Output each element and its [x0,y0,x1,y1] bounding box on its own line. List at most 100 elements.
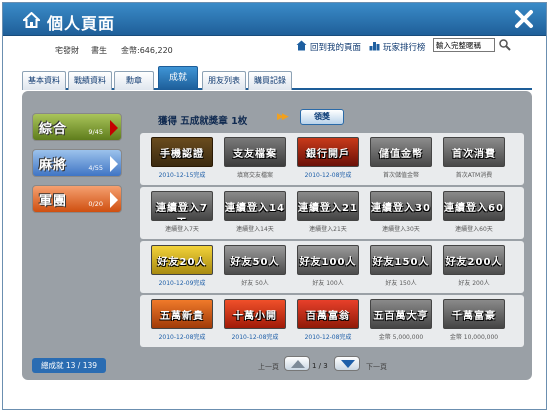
page-indicator: 1 / 3 [312,362,328,370]
badge-login-14[interactable]: 連續登入14 連續登入14天 [221,189,289,237]
badge-caption: 金幣 5,000,000 [378,334,424,341]
home-link[interactable]: 回到我的頁面 [310,41,361,53]
badge-phone-verify[interactable]: 手機認證 2010-12-15完成 [148,135,216,183]
badge-caption: 好友 50人 [241,280,269,287]
badge-title: 好友20人 [157,257,207,268]
badge-title: 支友檔案 [233,149,277,160]
badge-login-60[interactable]: 連續登入60 連續登入60天 [440,189,508,237]
badge-friends-200[interactable]: 好友200人 好友 200人 [440,243,508,291]
badge-title: 五萬新貴 [160,311,204,322]
tab-purchases[interactable]: 購買記錄 [248,71,292,90]
badge-coins-1m[interactable]: 百萬富翁 2010-12-08完成 [294,297,362,345]
badge-first-purchase[interactable]: 首次消費 首次ATM消費 [440,135,508,183]
tab-friends[interactable]: 朋友列表 [202,71,246,90]
user-level: 書生 [91,46,107,55]
badge-caption: 連續登入7天 [165,226,199,233]
tab-achievements[interactable]: 成就 [158,66,198,90]
badge-friends-50[interactable]: 好友50人 好友 50人 [221,243,289,291]
badge-caption: 2010-12-08完成 [304,172,352,179]
nickname-search-input[interactable] [433,38,495,52]
badge-title: 十萬小開 [233,311,277,322]
category-general-button[interactable]: 綜合 9/45 [32,113,122,141]
badge-caption: 2010-12-09完成 [158,280,206,287]
total-achievements-badge: 總成就 13 / 139 [32,358,106,373]
badge-title: 手機認證 [160,149,204,160]
reward-info: 獲得 五成就獎章 1枚 [158,116,248,127]
chevron-down-icon [341,360,355,368]
tab-medals[interactable]: 勳章 [114,71,154,90]
badge-title: 五百萬大亨 [373,311,429,322]
badge-caption: 2010-12-08完成 [231,334,279,341]
badge-coins-50k[interactable]: 五萬新貴 2010-12-08完成 [148,297,216,345]
badge-caption: 首次ATM消費 [455,172,493,179]
badge-caption: 好友 100人 [312,280,344,287]
badge-title: 好友200人 [445,257,503,268]
next-page-button[interactable] [334,356,360,371]
badge-title: 連續登入14 [225,203,285,214]
badge-caption: 連續登入30天 [382,226,420,233]
badge-caption: 連續登入14天 [236,226,274,233]
tab-bar: 基本資料 戰績資料 勳章 成就 朋友列表 購買記錄 [22,66,532,90]
category-legion-label: 軍團 [39,194,68,209]
badge-title: 百萬富翁 [306,311,350,322]
badge-title: 好友50人 [230,257,280,268]
badge-deposit[interactable]: 儲值金幣 首次儲值金幣 [367,135,435,183]
badge-title: 連續登入30 [371,203,431,214]
badge-title: 連續登入21 [298,203,358,214]
badge-title: 儲值金幣 [379,149,423,160]
chevron-right-icon [110,120,118,136]
badge-title: 連續登入7天 [156,203,208,220]
badge-caption: 2010-12-08完成 [304,334,352,341]
page-title: 個人頁面 [47,14,116,33]
arrows-icon: ▶▶ [277,112,289,122]
badge-login-21[interactable]: 連續登入21 連續登入21天 [294,189,362,237]
badge-title: 好友100人 [299,257,357,268]
badge-caption: 2010-12-08完成 [158,334,206,341]
badge-caption: 首次儲值金幣 [382,172,419,179]
badge-coins-100k[interactable]: 十萬小開 2010-12-08完成 [221,297,289,345]
badge-title: 千萬富豪 [452,311,496,322]
badge-row: 連續登入7天 連續登入7天 連續登入14 連續登入14天 連續登入21 連續登入… [140,187,524,239]
next-page-label: 下一頁 [366,363,387,371]
user-coins: 金幣:646,220 [121,46,173,55]
badge-bank-account[interactable]: 銀行開戶 2010-12-08完成 [294,135,362,183]
badge-coins-5m[interactable]: 五百萬大亨 金幣 5,000,000 [367,297,435,345]
badge-caption: 好友 150人 [385,280,417,287]
badge-friends-150[interactable]: 好友150人 好友 150人 [367,243,435,291]
badge-row: 五萬新貴 2010-12-08完成 十萬小開 2010-12-08完成 百萬富翁… [140,295,524,347]
category-legion-button[interactable]: 軍團 0/20 [32,185,122,213]
category-legion-count: 0/20 [88,200,103,208]
badge-login-30[interactable]: 連續登入30 連續登入30天 [367,189,435,237]
home-nav-icon [296,40,307,51]
category-general-label: 綜合 [39,122,68,137]
title-bar: 個人頁面 [3,3,546,36]
badge-caption: 連續登入21天 [309,226,347,233]
badge-friend-profile[interactable]: 支友檔案 填寫交友檔案 [221,135,289,183]
search-icon[interactable] [498,38,511,51]
badge-login-7[interactable]: 連續登入7天 連續登入7天 [148,189,216,237]
claim-reward-button[interactable]: 領獎 [300,109,344,125]
tab-basic-info[interactable]: 基本資料 [22,71,66,90]
badge-title: 好友150人 [372,257,430,268]
badge-friends-20[interactable]: 好友20人 2010-12-09完成 [148,243,216,291]
badge-caption: 好友 200人 [458,280,490,287]
badge-title: 銀行開戶 [306,149,350,160]
badge-coins-10m[interactable]: 千萬富豪 金幣 10,000,000 [440,297,508,345]
chevron-up-icon [291,360,305,368]
prev-page-button[interactable] [284,356,310,371]
tab-battle-record[interactable]: 戰績資料 [68,71,112,90]
chevron-right-icon [110,192,118,208]
ranking-link[interactable]: 玩家排行榜 [383,41,426,53]
badge-friends-100[interactable]: 好友100人 好友 100人 [294,243,362,291]
category-mahjong-button[interactable]: 麻將 4/55 [32,149,122,177]
badge-caption: 2010-12-15完成 [158,172,206,179]
prev-page-label: 上一頁 [258,363,279,371]
ranking-icon [369,42,380,51]
badge-row: 手機認證 2010-12-15完成 支友檔案 填寫交友檔案 銀行開戶 2010-… [140,133,524,185]
close-icon[interactable] [513,8,535,30]
user-name: 宅發財 [55,46,79,55]
badge-caption: 金幣 10,000,000 [449,334,499,341]
badge-title: 首次消費 [452,149,496,160]
chevron-right-icon [110,156,118,172]
achievement-panel: 綜合 9/45 麻將 4/55 軍團 0/20 獲得 五成就獎章 1枚 ▶▶ 領… [22,91,532,380]
